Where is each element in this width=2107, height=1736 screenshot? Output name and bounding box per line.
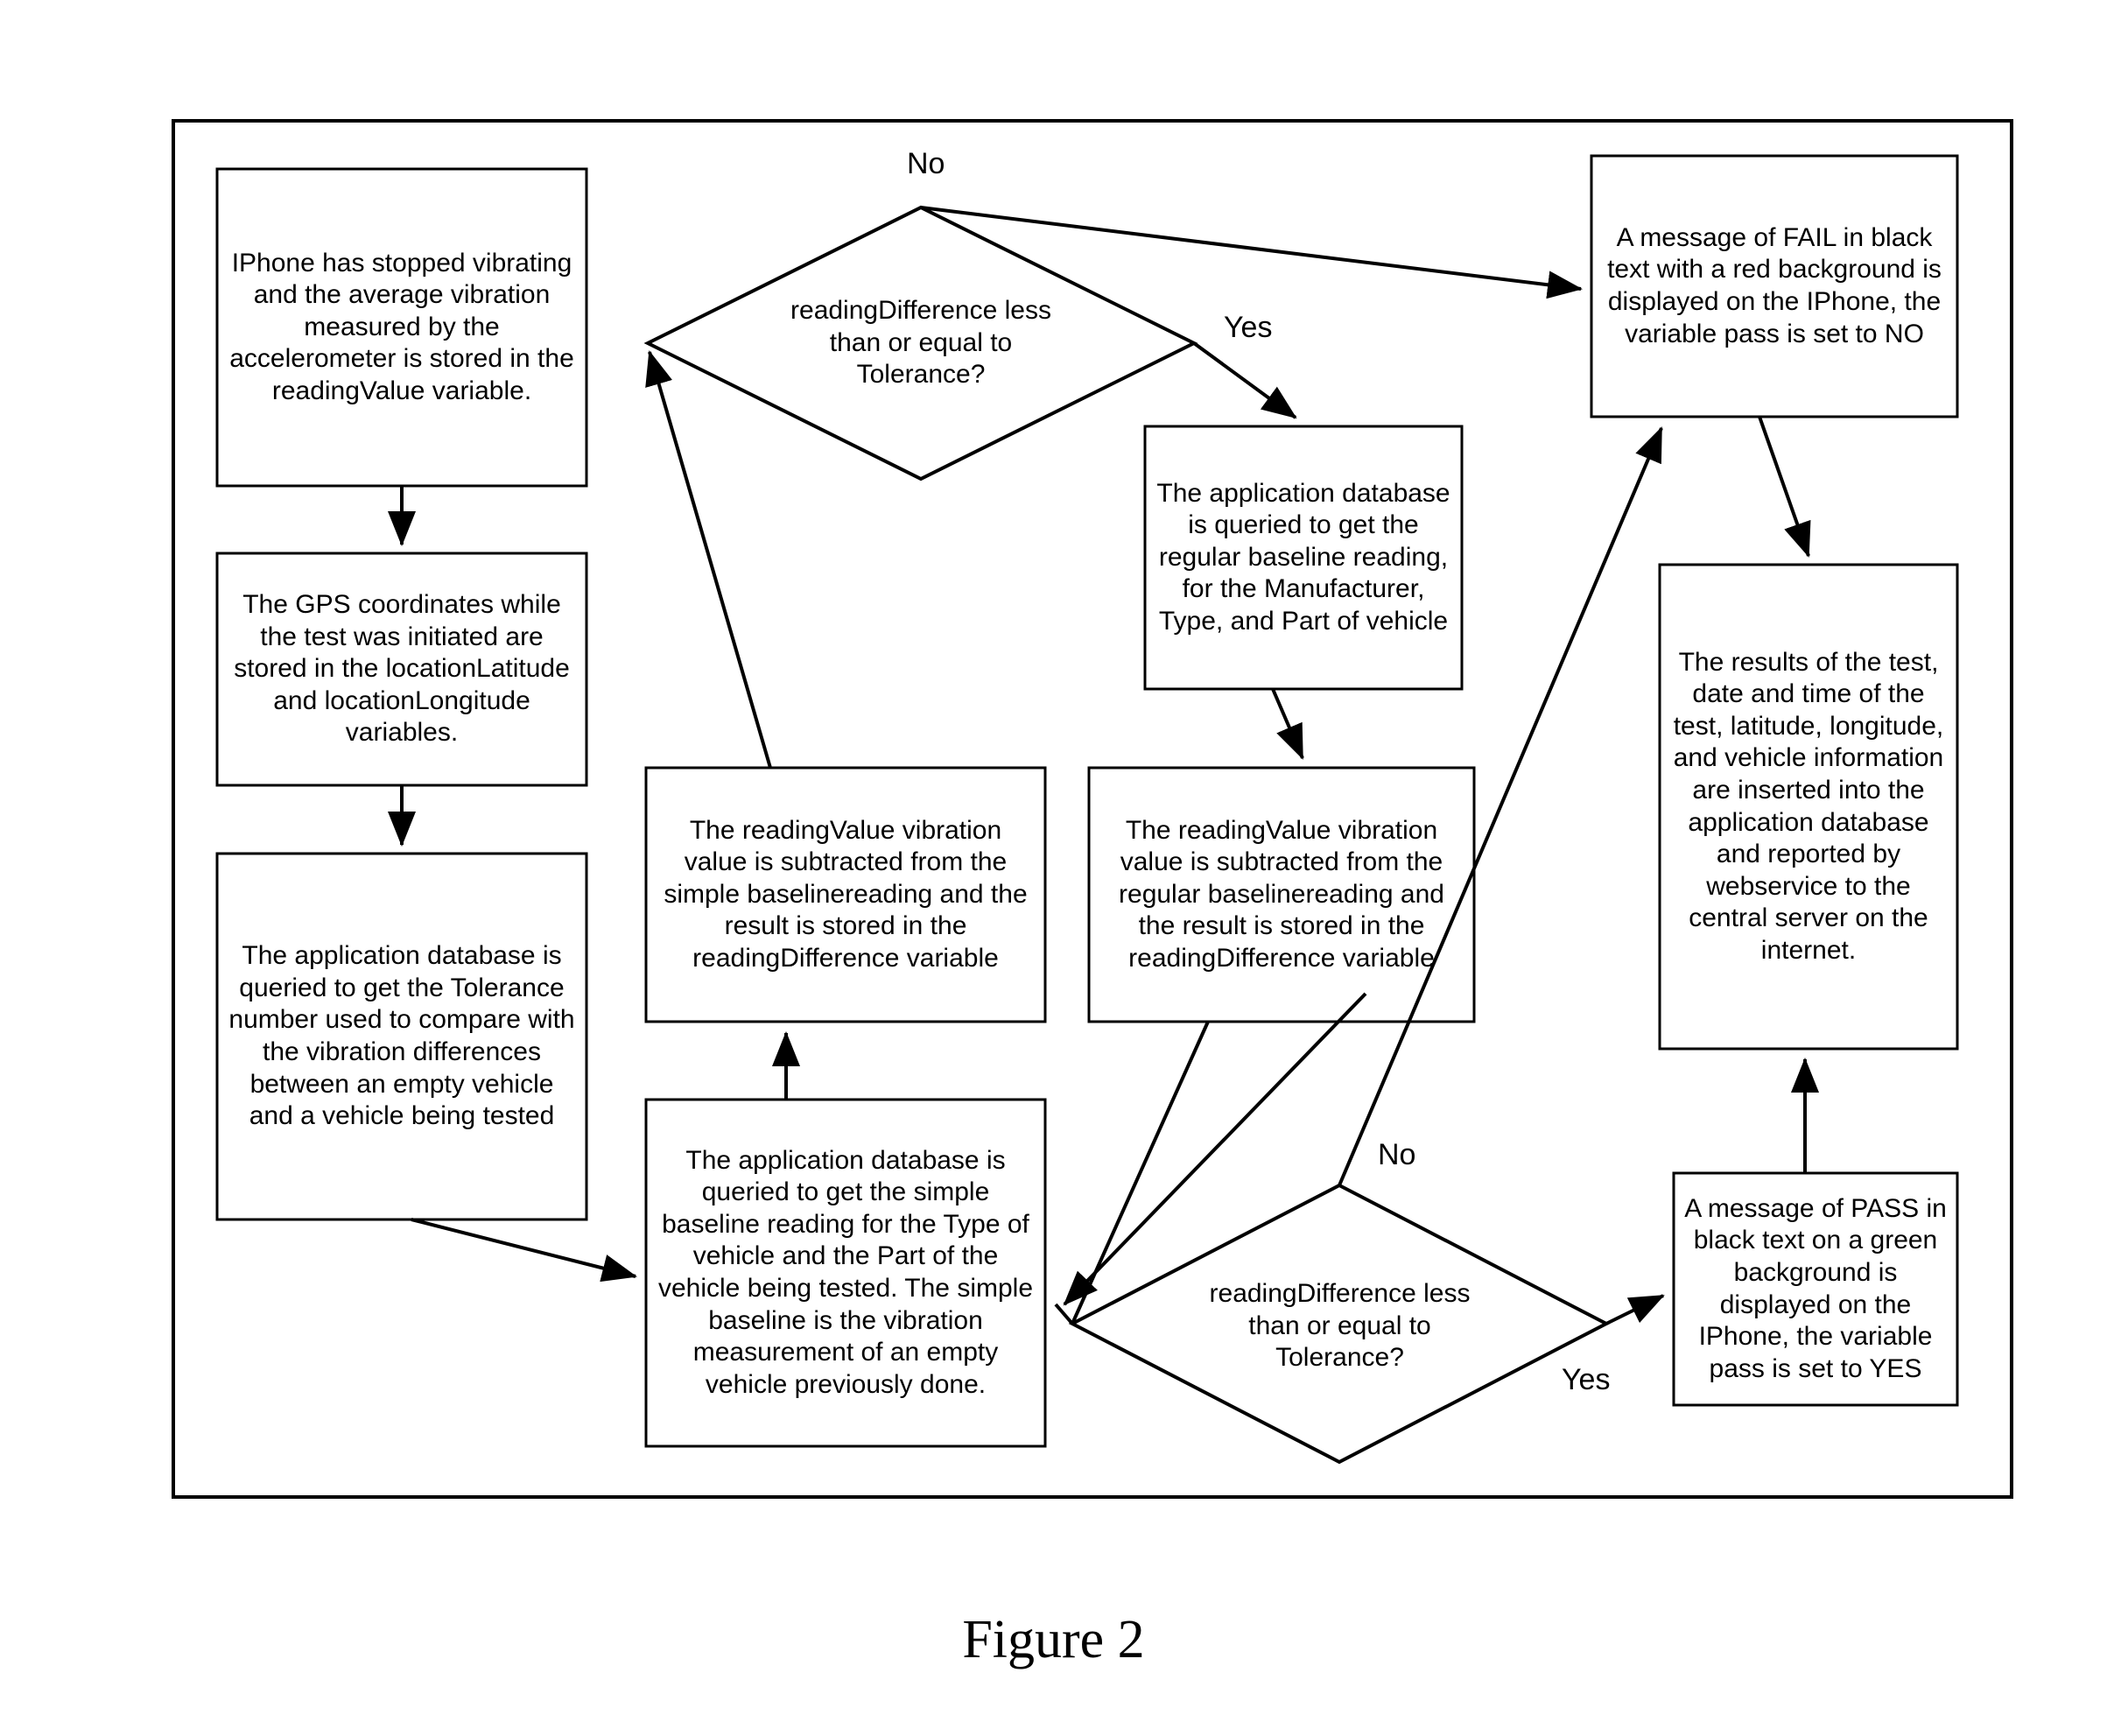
- connector-subtract-simple-to-decision-top: [645, 350, 772, 769]
- decision-top-label: readingDifference less than or equal to …: [790, 296, 1051, 390]
- pass-message-label: A message of PASS in black text on a gre…: [1684, 1193, 1947, 1383]
- connector-tolerance-to-simple-query: [411, 1218, 637, 1283]
- connector-regular-query-to-subtract-regular: [1271, 688, 1304, 760]
- query-simple-baseline-label: The application database is queried to g…: [657, 1145, 1034, 1399]
- subtract-regular-baseline-label: The readingValue vibration value is subt…: [1119, 815, 1444, 973]
- gps-coordinates-label: The GPS coordinates while the test was i…: [234, 590, 570, 748]
- connector-decision-bottom-left-to-subtract-simple: [1054, 1303, 1074, 1325]
- query-regular-baseline-label: The application database is queried to g…: [1156, 478, 1450, 636]
- subtract-simple-baseline-label: The readingValue vibration value is subt…: [664, 815, 1028, 973]
- query-tolerance-label: The application database is queried to g…: [228, 941, 575, 1131]
- edge-label-top-yes: Yes: [1224, 311, 1273, 344]
- connector-decision-top-yes-to-regular-query: [1192, 341, 1297, 419]
- edge-label-bottom-yes: Yes: [1562, 1363, 1611, 1396]
- edge-label-bottom-no: No: [1378, 1138, 1416, 1171]
- fail-message-label: A message of FAIL in black text with a r…: [1607, 222, 1942, 348]
- figure-caption: Figure 2: [962, 1610, 1145, 1669]
- decision-bottom-label: readingDifference less than or equal to …: [1209, 1279, 1471, 1373]
- reading-value-stored-label: IPhone has stopped vibrating and the ave…: [229, 248, 574, 405]
- connector-decision-bottom-yes-to-pass: [1605, 1294, 1665, 1325]
- figure-root: IPhone has stopped vibrating and the ave…: [0, 0, 2107, 1736]
- connector-fail-to-results: [1758, 416, 1811, 558]
- results-inserted-label: The results of the test, date and time o…: [1673, 647, 1944, 965]
- edge-label-top-no: No: [907, 147, 945, 180]
